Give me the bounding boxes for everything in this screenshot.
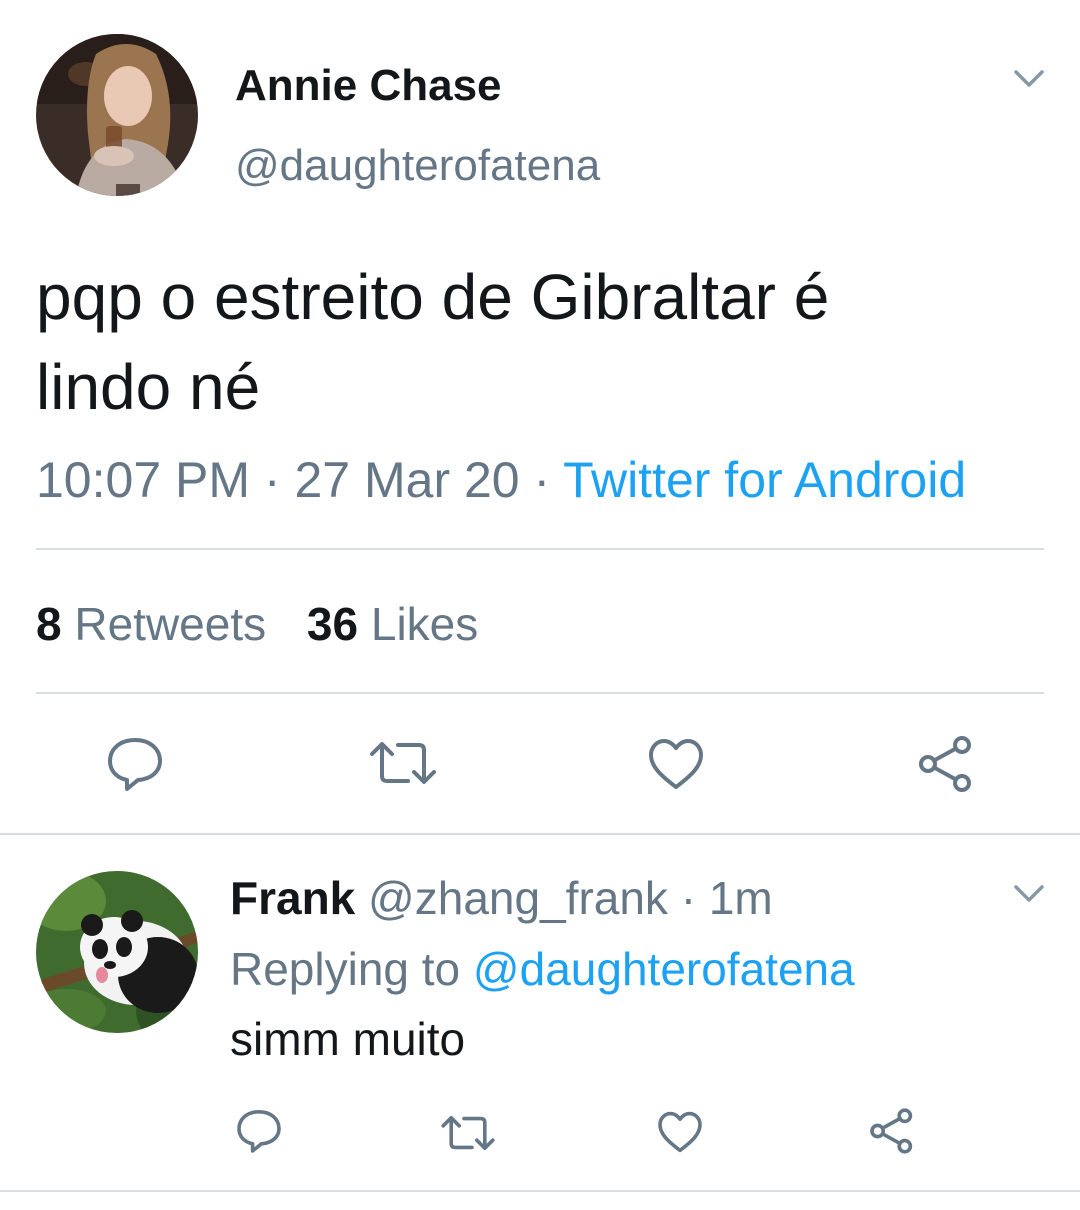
share-icon — [919, 736, 971, 792]
meta-separator: · — [263, 452, 281, 508]
reply-text: simm muito — [230, 1013, 466, 1065]
reply-tweet[interactable]: Frank @zhang_frank · 1m Replying to @dau… — [0, 835, 1080, 1195]
author-handle[interactable]: @daughterofatena — [235, 140, 600, 192]
like-icon — [658, 1111, 702, 1153]
chevron-down-icon — [1014, 885, 1044, 902]
main-tweet: Annie Chase @daughterofatena pqp o estre… — [0, 0, 1080, 835]
replying-to-handle[interactable]: @daughterofatena — [473, 943, 855, 995]
share-icon — [870, 1108, 913, 1154]
tweet-text-line: pqp o estreito de Gibraltar é — [36, 261, 830, 333]
tweet-menu-chevron[interactable] — [1012, 64, 1046, 92]
reply-menu-chevron[interactable] — [1012, 879, 1046, 907]
tweet-meta: 10:07 PM · 27 Mar 20 · Twitter for Andro… — [36, 450, 966, 510]
retweet-label: Retweets — [74, 598, 267, 650]
share-button[interactable] — [916, 734, 976, 794]
likes-stat[interactable]: 36 Likes — [307, 598, 478, 650]
tweet-time: 10:07 PM — [36, 452, 251, 508]
reply-icon — [108, 738, 162, 791]
tweet-stats: 8 Retweets 36 Likes — [36, 596, 478, 652]
retweet-button[interactable] — [368, 738, 438, 788]
avatar[interactable] — [36, 871, 198, 1033]
retweet-icon — [370, 742, 436, 784]
reply-time: 1m — [708, 872, 773, 924]
reply-header: Frank @zhang_frank · 1m — [230, 871, 773, 925]
divider — [36, 548, 1044, 550]
retweet-button[interactable] — [440, 1113, 496, 1153]
author-name[interactable]: Frank — [230, 872, 355, 924]
retweet-icon — [441, 1116, 495, 1150]
tweet-date: 27 Mar 20 — [294, 452, 520, 508]
meta-separator: · — [680, 872, 697, 924]
chevron-down-icon — [1014, 70, 1044, 87]
reply-icon — [237, 1110, 281, 1153]
tweet-text: pqp o estreito de Gibraltar é lindo né — [36, 252, 829, 432]
replying-to-label: Replying to — [230, 943, 461, 995]
divider — [36, 692, 1044, 694]
author-name[interactable]: Annie Chase — [235, 60, 502, 112]
author-handle[interactable]: @zhang_frank — [368, 872, 668, 924]
like-label: Likes — [370, 598, 479, 650]
like-icon — [649, 739, 703, 789]
like-button[interactable] — [656, 1109, 704, 1155]
like-button[interactable] — [646, 736, 706, 792]
retweet-count: 8 — [36, 598, 62, 650]
tweet-text-line: lindo né — [36, 351, 261, 423]
retweets-stat[interactable]: 8 Retweets — [36, 598, 279, 650]
meta-separator: · — [533, 452, 551, 508]
avatar[interactable] — [36, 34, 198, 196]
reply-button[interactable] — [104, 734, 166, 794]
reply-button[interactable] — [234, 1107, 284, 1155]
like-count: 36 — [306, 598, 359, 650]
replying-to: Replying to @daughterofatena — [230, 941, 855, 997]
tweet-source-link[interactable]: Twitter for Android — [563, 452, 966, 508]
divider — [0, 1190, 1080, 1192]
share-button[interactable] — [868, 1107, 916, 1155]
